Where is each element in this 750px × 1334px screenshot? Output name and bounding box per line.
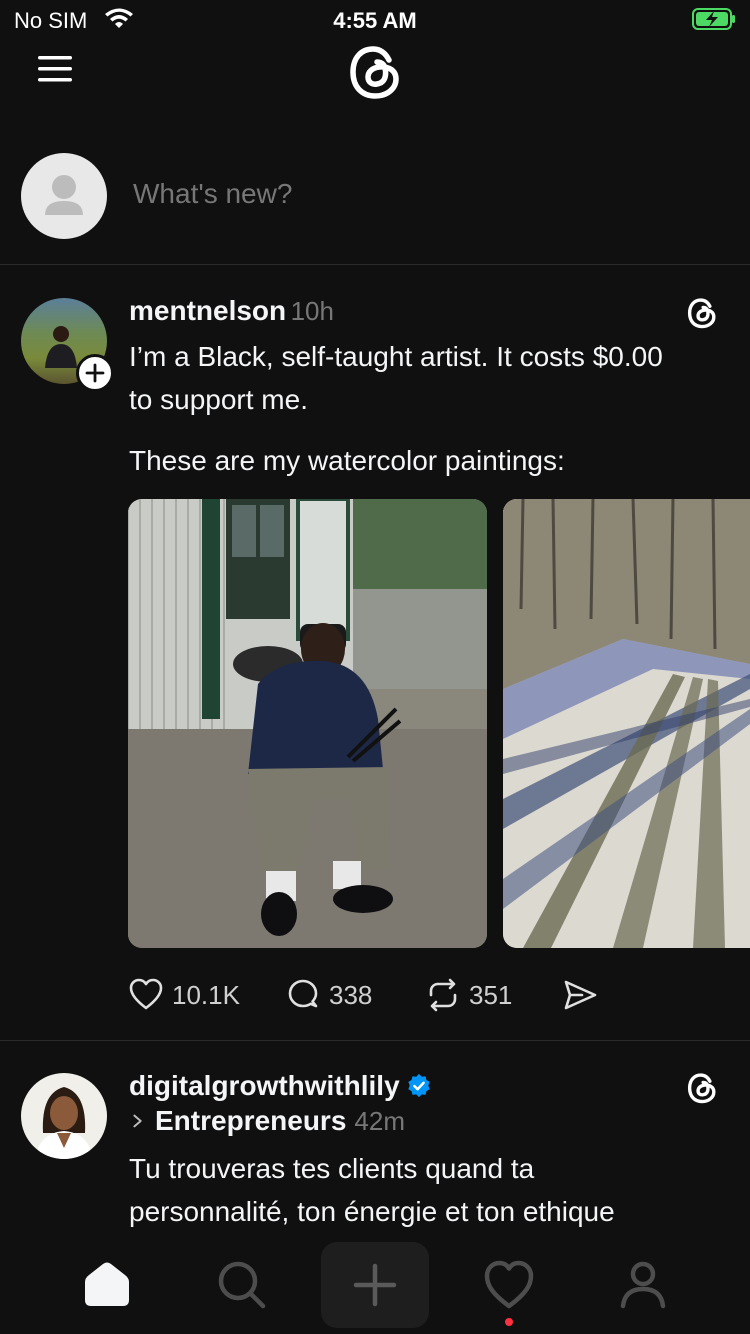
menu-icon[interactable] <box>36 52 74 86</box>
avatar[interactable] <box>21 1073 107 1159</box>
post-text-line: These are my watercolor paintings: <box>129 445 565 476</box>
verified-badge-icon <box>407 1073 430 1098</box>
repost-button[interactable]: 351 <box>425 975 512 1015</box>
follow-badge[interactable] <box>76 354 114 392</box>
post-text-line: Tu trouveras tes clients quand ta <box>129 1153 535 1184</box>
post-text: Tu trouveras tes clients quand ta person… <box>129 1147 729 1233</box>
composer-avatar[interactable] <box>21 153 107 239</box>
plus-icon <box>353 1263 397 1307</box>
activity-icon[interactable] <box>479 1254 539 1314</box>
like-count: 10.1K <box>172 979 240 1010</box>
create-button[interactable] <box>321 1242 429 1328</box>
post-text-line: I’m a Black, self-taught artist. It cost… <box>129 341 663 372</box>
default-avatar-icon <box>45 175 83 215</box>
status-bar: No SIM 4:55 AM <box>0 0 750 40</box>
reply-count: 338 <box>329 979 373 1010</box>
like-button[interactable]: 10.1K <box>128 975 240 1015</box>
plus-icon <box>85 363 105 383</box>
threads-logo-icon[interactable] <box>343 40 407 104</box>
post-image-watercolor-painting[interactable] <box>503 499 750 948</box>
post-image-artist-photo[interactable] <box>128 499 487 948</box>
divider <box>0 1040 750 1041</box>
watercolor-painting <box>503 499 750 948</box>
artist-photo <box>128 499 487 948</box>
threads-logo-icon[interactable] <box>684 295 720 331</box>
reply-icon <box>288 979 318 1008</box>
threads-logo-icon[interactable] <box>684 1070 720 1106</box>
clock: 4:55 AM <box>333 8 417 33</box>
compose-input[interactable]: What's new? <box>133 178 292 210</box>
search-icon[interactable] <box>211 1254 271 1314</box>
repost-count: 351 <box>469 979 513 1010</box>
post-text-line: to support me. <box>129 384 308 415</box>
heart-icon <box>129 978 163 1010</box>
share-icon <box>564 980 597 1010</box>
username[interactable]: mentnelson <box>129 295 286 326</box>
profile-icon[interactable] <box>613 1254 673 1314</box>
battery-charging-icon <box>692 8 735 30</box>
username[interactable]: digitalgrowthwithlily <box>129 1070 400 1102</box>
home-icon[interactable] <box>77 1254 137 1314</box>
community-tag[interactable]: Entrepreneurs <box>155 1105 346 1137</box>
repost-icon <box>429 978 457 1012</box>
avatar-photo <box>35 1087 93 1159</box>
post-text-line: personnalité, ton énergie et ton ethique <box>129 1196 615 1227</box>
post-text: I’m a Black, self-taught artist. It cost… <box>129 335 729 482</box>
share-button[interactable] <box>562 975 598 1015</box>
reply-button[interactable]: 338 <box>285 975 372 1015</box>
timestamp: 42m <box>354 1105 405 1136</box>
chevron-right-icon <box>133 1114 142 1128</box>
notification-dot <box>505 1318 513 1326</box>
timestamp: 10h <box>290 296 334 326</box>
